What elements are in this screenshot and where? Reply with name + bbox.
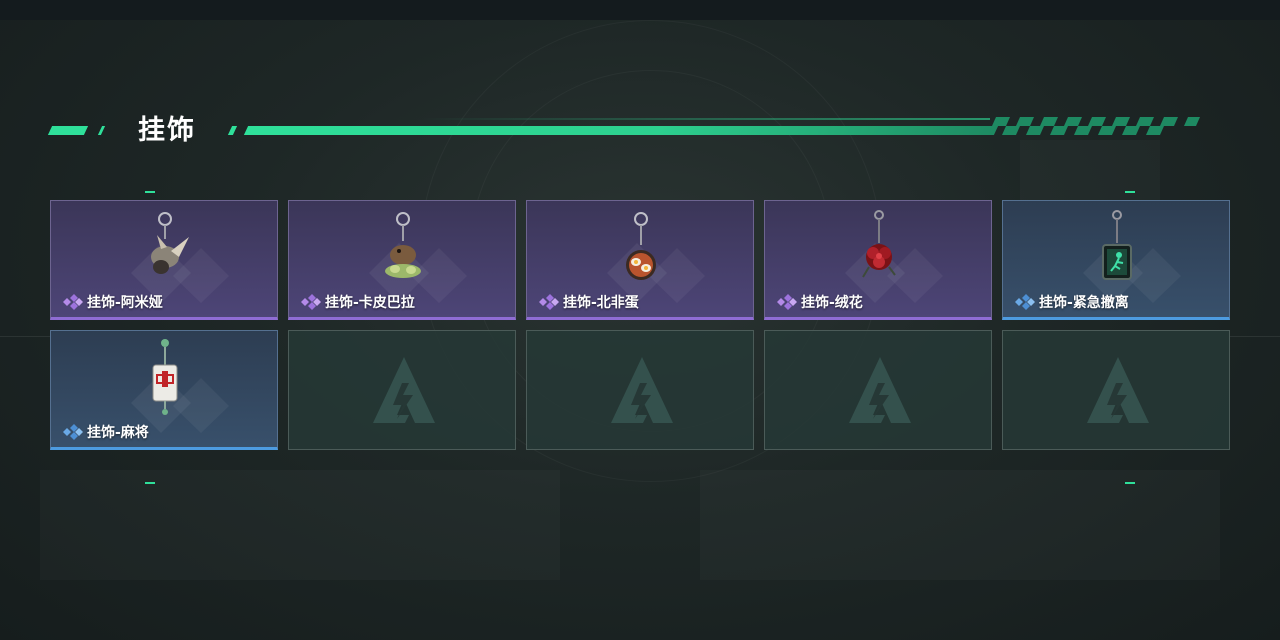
header-bar: [243, 126, 999, 135]
charm-card[interactable]: 挂饰-北非蛋: [526, 200, 754, 320]
header-dash: [227, 126, 238, 135]
charm-name: 挂饰-紧急撤离: [1039, 295, 1129, 311]
amiya-charm-icon: [151, 212, 189, 274]
empty-slot: [1002, 330, 1230, 450]
charm-card[interactable]: 挂饰-紧急撤离: [1002, 200, 1230, 320]
charm-label: 挂饰-紧急撤离: [1013, 292, 1129, 312]
charm-label: 挂饰-卡皮巴拉: [299, 292, 415, 312]
charm-label: 挂饰-绒花: [775, 292, 863, 312]
mahjong-charm-icon: [152, 339, 178, 415]
rarity-purple-icon: [301, 294, 321, 310]
charm-grid: 挂饰-阿米娅 挂饰-卡皮巴拉 挂饰-北非蛋 挂饰-绒花 挂饰-紧急撤离 挂饰-麻…: [50, 200, 1230, 450]
rarity-blue-icon: [63, 424, 83, 440]
empty-slot: [526, 330, 754, 450]
bg-structure-left: [40, 470, 560, 580]
charm-name: 挂饰-卡皮巴拉: [325, 295, 415, 311]
charm-label: 挂饰-阿米娅: [61, 292, 163, 312]
section-title: 挂饰: [138, 115, 196, 146]
corner-mark: [1125, 482, 1135, 484]
section-header: 挂饰: [0, 100, 1280, 160]
empty-slot: [288, 330, 516, 450]
empty-slot: [764, 330, 992, 450]
game-logo-icon: [373, 357, 435, 423]
velvet-flower-charm-icon: [862, 210, 896, 278]
side-line-right: [1230, 336, 1280, 337]
corner-mark: [145, 482, 155, 484]
header-dash: [47, 126, 89, 135]
header-thin-line: [420, 118, 990, 120]
charm-card[interactable]: 挂饰-卡皮巴拉: [288, 200, 516, 320]
charm-name: 挂饰-麻将: [87, 425, 149, 441]
corner-mark: [1125, 191, 1135, 193]
side-line-left: [0, 336, 50, 337]
charm-name: 挂饰-北非蛋: [563, 295, 639, 311]
shakshuka-charm-icon: [626, 212, 656, 280]
game-logo-icon: [849, 357, 911, 423]
corner-mark: [145, 191, 155, 193]
game-logo-icon: [1087, 357, 1149, 423]
charm-card[interactable]: 挂饰-绒花: [764, 200, 992, 320]
rarity-purple-icon: [539, 294, 559, 310]
charm-card[interactable]: 挂饰-麻将: [50, 330, 278, 450]
header-checker-pattern: [992, 117, 1200, 135]
emergency-exit-charm-icon: [1102, 210, 1132, 280]
charm-label: 挂饰-北非蛋: [537, 292, 639, 312]
charm-name: 挂饰-阿米娅: [87, 295, 163, 311]
bg-structure-right: [700, 470, 1220, 580]
charm-card[interactable]: 挂饰-阿米娅: [50, 200, 278, 320]
top-strip: [0, 0, 1280, 20]
rarity-purple-icon: [63, 294, 83, 310]
rarity-purple-icon: [777, 294, 797, 310]
charm-name: 挂饰-绒花: [801, 295, 863, 311]
charm-label: 挂饰-麻将: [61, 422, 149, 442]
game-logo-icon: [611, 357, 673, 423]
rarity-blue-icon: [1015, 294, 1035, 310]
capybara-charm-icon: [385, 212, 421, 278]
header-dash: [97, 126, 106, 135]
